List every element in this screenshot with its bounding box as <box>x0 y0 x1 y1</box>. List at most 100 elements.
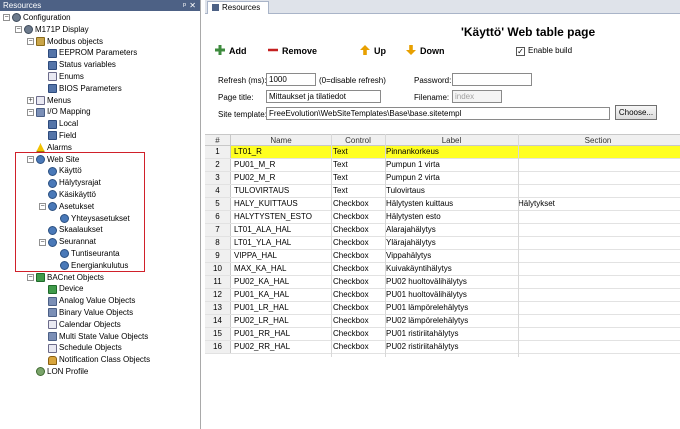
table-row[interactable]: 4 TULOVIRTAUS Text Tulovirtaus <box>205 185 680 198</box>
table-row[interactable]: 2 PU01_M_R Text Pumpun 1 virta <box>205 159 680 172</box>
label-cell[interactable]: Hälytysten esto <box>386 211 514 223</box>
row-index-cell[interactable]: 12 <box>205 289 231 301</box>
tree-item[interactable]: Status variables <box>39 59 116 70</box>
table-row[interactable]: 16 PU02_RR_HAL Checkbox PU02 ristiriitahäly… <box>205 341 680 354</box>
label-cell[interactable]: PU02 ristiriitahälytys <box>386 341 514 353</box>
collapse-icon[interactable]: − <box>27 273 34 281</box>
label-cell[interactable]: Kuivakäyntihälytys <box>386 263 514 275</box>
name-cell[interactable]: PU01_RR_HAL <box>234 328 330 340</box>
control-cell[interactable]: Checkbox <box>333 224 385 236</box>
label-cell[interactable]: Alarajahälytys <box>386 224 514 236</box>
collapse-icon[interactable]: − <box>15 26 22 34</box>
tree-item[interactable]: Enums <box>39 71 84 82</box>
row-index-cell[interactable]: 11 <box>205 276 231 288</box>
name-cell[interactable]: PU02_RR_HAL <box>234 341 330 353</box>
tree-item[interactable]: BIOS Parameters <box>39 83 122 94</box>
control-cell[interactable]: Text <box>333 159 385 171</box>
choose-button[interactable]: Choose... <box>615 105 657 120</box>
section-cell[interactable] <box>518 250 678 262</box>
tree-item[interactable]: Schedule Objects <box>39 342 122 353</box>
section-cell[interactable] <box>518 211 678 223</box>
name-cell[interactable]: MAX_KA_HAL <box>234 263 330 275</box>
password-input[interactable] <box>452 73 532 86</box>
remove-button[interactable]: Remove <box>268 44 317 58</box>
label-cell[interactable]: Tulovirtaus <box>386 185 514 197</box>
row-index-cell[interactable]: 15 <box>205 328 231 340</box>
pin-icon[interactable]: ᵖ <box>183 0 186 11</box>
control-cell[interactable]: Checkbox <box>333 250 385 262</box>
control-cell[interactable]: Checkbox <box>333 276 385 288</box>
close-icon[interactable]: ✕ <box>189 0 196 11</box>
row-index-cell[interactable]: 6 <box>205 211 231 223</box>
tree-item[interactable]: Local <box>39 118 78 129</box>
row-index-cell[interactable]: 13 <box>205 302 231 314</box>
up-button[interactable]: Up <box>360 44 386 58</box>
tree-item[interactable]: − I/O Mapping <box>27 106 91 117</box>
section-cell[interactable]: Hälytykset <box>518 198 678 210</box>
row-index-cell[interactable]: 14 <box>205 315 231 327</box>
label-cell[interactable]: PU01 lämpörelehälytys <box>386 302 514 314</box>
label-cell[interactable]: Ylärajahälytys <box>386 237 514 249</box>
row-index-cell[interactable]: 9 <box>205 250 231 262</box>
tree-item[interactable]: Device <box>39 283 83 294</box>
control-cell[interactable]: Text <box>333 185 385 197</box>
tree-item[interactable]: − M171P Display <box>15 24 89 35</box>
down-button[interactable]: Down <box>406 44 445 58</box>
tree-item[interactable]: + Menus <box>27 95 71 106</box>
label-cell[interactable]: Vippahälytys <box>386 250 514 262</box>
section-cell[interactable] <box>518 341 678 353</box>
label-cell[interactable]: Pumpun 1 virta <box>386 159 514 171</box>
table-row[interactable]: 11 PU02_KA_HAL Checkbox PU02 huoltovälihäly… <box>205 276 680 289</box>
name-cell[interactable]: TULOVIRTAUS <box>234 185 330 197</box>
table-row[interactable]: 5 HALY_KUITTAUS Checkbox Hälytysten kuittau… <box>205 198 680 211</box>
row-index-cell[interactable]: 10 <box>205 263 231 275</box>
column-header-name[interactable]: Name <box>231 135 331 145</box>
control-cell[interactable]: Checkbox <box>333 263 385 275</box>
section-cell[interactable] <box>518 302 678 314</box>
control-cell[interactable]: Checkbox <box>333 289 385 301</box>
control-cell[interactable]: Text <box>333 172 385 184</box>
control-cell[interactable]: Checkbox <box>333 328 385 340</box>
collapse-icon[interactable]: − <box>3 14 10 22</box>
label-cell[interactable]: Hälytysten kuittaus <box>386 198 514 210</box>
name-cell[interactable]: PU02_M_R <box>234 172 330 184</box>
row-index-cell[interactable]: 7 <box>205 224 231 236</box>
collapse-icon[interactable]: − <box>27 108 34 116</box>
tree-item[interactable]: Analog Value Objects <box>39 295 135 306</box>
section-cell[interactable] <box>518 289 678 301</box>
control-cell[interactable]: Checkbox <box>333 198 385 210</box>
control-cell[interactable]: Text <box>333 146 385 158</box>
table-row[interactable]: 14 PU02_LR_HAL Checkbox PU02 lämpörelehälyt… <box>205 315 680 328</box>
table-row[interactable]: 13 PU01_LR_HAL Checkbox PU01 lämpörelehälyt… <box>205 302 680 315</box>
tree-item[interactable]: LON Profile <box>27 366 88 377</box>
label-cell[interactable]: Pinnankorkeus <box>386 146 514 158</box>
column-header-control[interactable]: Control <box>331 135 385 145</box>
section-cell[interactable] <box>518 263 678 275</box>
table-row[interactable]: 10 MAX_KA_HAL Checkbox Kuivakäyntihälytys <box>205 263 680 276</box>
control-cell[interactable]: Checkbox <box>333 302 385 314</box>
enable-build-checkbox[interactable]: ✓ Enable build <box>516 46 572 56</box>
label-cell[interactable]: PU02 huoltovälihälytys <box>386 276 514 288</box>
name-cell[interactable]: PU01_M_R <box>234 159 330 171</box>
tree-item[interactable]: − Modbus objects <box>27 36 103 47</box>
table-row[interactable]: 1 LT01_R Text Pinnankorkeus <box>205 146 680 159</box>
name-cell[interactable]: PU02_KA_HAL <box>234 276 330 288</box>
label-cell[interactable]: PU02 lämpörelehälytys <box>386 315 514 327</box>
add-button[interactable]: Add <box>215 44 247 58</box>
label-cell[interactable]: PU01 huoltovälihälytys <box>386 289 514 301</box>
tree-item[interactable]: EEPROM Parameters <box>39 47 137 58</box>
name-cell[interactable]: HALYTYSTEN_ESTO <box>234 211 330 223</box>
tab-resources[interactable]: Resources <box>207 1 270 14</box>
name-cell[interactable]: LT01_ALA_HAL <box>234 224 330 236</box>
control-cell[interactable]: Checkbox <box>333 315 385 327</box>
tree-item[interactable]: Field <box>39 130 76 141</box>
name-cell[interactable]: PU01_KA_HAL <box>234 289 330 301</box>
row-index-cell[interactable]: 1 <box>205 146 231 158</box>
row-index-cell[interactable]: 3 <box>205 172 231 184</box>
control-cell[interactable]: Checkbox <box>333 237 385 249</box>
tree-item[interactable]: Binary Value Objects <box>39 307 133 318</box>
row-index-cell[interactable]: 5 <box>205 198 231 210</box>
name-cell[interactable]: HALY_KUITTAUS <box>234 198 330 210</box>
section-cell[interactable] <box>518 276 678 288</box>
column-header-label[interactable]: Label <box>385 135 518 145</box>
